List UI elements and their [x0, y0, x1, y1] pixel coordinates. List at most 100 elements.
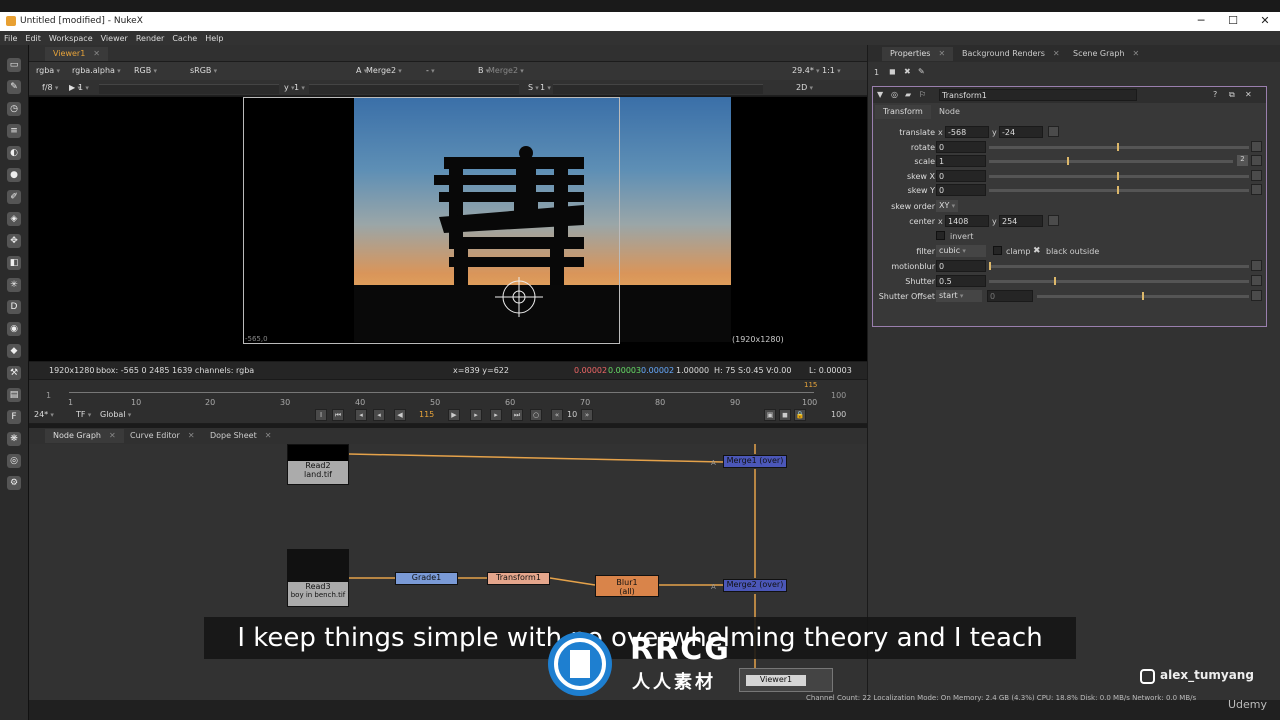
subtab-node[interactable]: Node [931, 105, 968, 119]
shutter-offset-slider[interactable] [1037, 292, 1249, 300]
play-forward-icon[interactable]: ▶ [448, 409, 460, 421]
menu-edit[interactable]: Edit [21, 31, 45, 43]
motionblur-slider[interactable] [989, 262, 1249, 270]
color-tool-icon[interactable]: ◐ [7, 146, 21, 160]
close-icon[interactable]: ✕ [93, 49, 100, 58]
current-frame-marker[interactable]: 115 [804, 381, 817, 389]
global-dropdown[interactable]: Global [97, 409, 134, 421]
prev-frame-icon[interactable]: ◂ [373, 409, 385, 421]
rotate-slider[interactable] [989, 143, 1249, 151]
toolsets-tool-icon[interactable]: ⚒ [7, 366, 21, 380]
image-tool-icon[interactable]: ▭ [7, 58, 21, 72]
scale-slider[interactable] [989, 157, 1233, 165]
clamp-checkbox[interactable] [993, 246, 1002, 255]
step-forward-icon[interactable]: » [581, 409, 593, 421]
motionblur-field[interactable]: 0 [936, 260, 986, 272]
deep-tool-icon[interactable]: D [7, 300, 21, 314]
help-icon[interactable]: ⚐ [919, 90, 926, 99]
menu-render[interactable]: Render [132, 31, 168, 43]
lut-dropdown[interactable]: sRGB [187, 65, 220, 77]
flipbook-icon[interactable]: ▣ [764, 409, 776, 421]
saturation-field[interactable]: 1 [537, 82, 554, 94]
first-frame-icon[interactable]: ⏮ [332, 409, 344, 421]
input-a-dropdown[interactable]: Merge2 [363, 65, 405, 77]
maximize-panel-icon[interactable]: ⧉ [1229, 90, 1235, 100]
other-tool-icon[interactable]: ▤ [7, 388, 21, 402]
transform-tool-icon[interactable]: ✥ [7, 234, 21, 248]
filter-dropdown[interactable]: cubic [936, 245, 986, 257]
close-icon[interactable]: ✕ [938, 49, 945, 58]
menu-cache[interactable]: Cache [168, 31, 201, 43]
minimize-button[interactable]: ─ [1186, 14, 1216, 27]
scale-animation-icon[interactable] [1251, 155, 1262, 166]
translate-x-field[interactable]: -568 [945, 126, 989, 138]
blur1-node[interactable]: Blur1 (all) [595, 575, 659, 597]
tab-viewer1[interactable]: Viewer1 ✕ [45, 47, 108, 61]
3d-tool-icon[interactable]: ◧ [7, 256, 21, 270]
read3-node[interactable]: Read3 boy in bench.tif [287, 549, 349, 607]
tab-properties[interactable]: Properties ✕ [882, 47, 954, 61]
maximize-button[interactable]: ☐ [1218, 14, 1248, 27]
shutter-slider[interactable] [989, 277, 1249, 285]
viewer1-node-frame[interactable]: Viewer1 [739, 668, 833, 692]
node-name-field[interactable]: Transform1 [939, 89, 1137, 101]
alpha-dropdown[interactable]: rgba.alpha [69, 65, 124, 77]
furnace-tool-icon[interactable]: F [7, 410, 21, 424]
timeline[interactable]: 1 1 10 20 30 40 50 60 70 80 90 100 115 1… [29, 380, 867, 407]
scale-field[interactable]: 1 [936, 155, 986, 167]
step-back-icon[interactable]: « [551, 409, 563, 421]
shutter-offset-animation-icon[interactable] [1251, 290, 1262, 301]
menu-viewer[interactable]: Viewer [97, 31, 132, 43]
cara-tool-icon[interactable]: ◎ [7, 454, 21, 468]
tab-curve-editor[interactable]: Curve Editor ✕ [122, 429, 203, 443]
prev-key-icon[interactable]: ◂ [355, 409, 367, 421]
float-panel-icon[interactable]: ? [1213, 90, 1217, 99]
fstop-value[interactable]: f/8 [39, 82, 61, 94]
channels-dropdown[interactable]: rgba [33, 65, 63, 77]
tab-node-graph[interactable]: Node Graph ✕ [45, 429, 124, 443]
metadata-tool-icon[interactable]: ◆ [7, 344, 21, 358]
tab-dope-sheet[interactable]: Dope Sheet ✕ [202, 429, 279, 443]
gain-slider[interactable] [99, 84, 279, 94]
close-icon[interactable]: ✕ [109, 431, 116, 440]
skew-x-slider[interactable] [989, 172, 1249, 180]
clear-panel-icon[interactable]: ✖ [904, 67, 911, 76]
close-panel-icon[interactable]: ✕ [1245, 90, 1252, 99]
step-field[interactable]: 10 [567, 410, 577, 419]
settings-tool-icon[interactable]: ⚙ [7, 476, 21, 490]
fps-dropdown[interactable]: 24* [31, 409, 57, 421]
lock-icon[interactable]: 🔒 [794, 409, 806, 421]
next-frame-icon[interactable]: ▸ [470, 409, 482, 421]
menu-help[interactable]: Help [201, 31, 227, 43]
presets-icon[interactable]: ▰ [905, 90, 911, 99]
menu-workspace[interactable]: Workspace [45, 31, 97, 43]
pause-icon[interactable]: Ⅰ [315, 409, 327, 421]
display-dropdown[interactable]: RGB [131, 65, 160, 77]
frame-field[interactable]: 1 [75, 82, 92, 94]
input-mid-dropdown[interactable]: - [423, 65, 438, 77]
views-tool-icon[interactable]: ◉ [7, 322, 21, 336]
close-button[interactable]: ✕ [1250, 14, 1280, 27]
particles-tool-icon[interactable]: ✳ [7, 278, 21, 292]
transform1-node[interactable]: Transform1 [487, 572, 550, 585]
play-backward-icon[interactable]: ◀ [394, 409, 406, 421]
center-animation-icon[interactable] [1048, 215, 1059, 226]
channel-tool-icon[interactable]: ≡ [7, 124, 21, 138]
time-tool-icon[interactable]: ◷ [7, 102, 21, 116]
subtab-transform[interactable]: Transform [875, 105, 931, 119]
shutter-offset-field[interactable]: 0 [987, 290, 1033, 302]
shutter-field[interactable]: 0.5 [936, 275, 986, 287]
close-icon[interactable]: ✕ [188, 431, 195, 440]
read2-node[interactable]: Read2 land.tif [287, 444, 349, 485]
skew-order-dropdown[interactable]: XY [936, 200, 959, 212]
merge-tool-icon[interactable]: ◈ [7, 212, 21, 226]
grade1-node[interactable]: Grade1 [395, 572, 458, 585]
ratio-dropdown[interactable]: 1:1 [819, 65, 844, 77]
center-y-field[interactable]: 254 [999, 215, 1043, 227]
shutter-offset-dropdown[interactable]: start [936, 290, 982, 302]
tab-background-renders[interactable]: Background Renders ✕ [954, 47, 1068, 61]
current-frame-field[interactable]: 115 [419, 410, 434, 419]
skew-x-field[interactable]: 0 [936, 170, 986, 182]
close-icon[interactable]: ✕ [1132, 49, 1139, 58]
tab-scene-graph[interactable]: Scene Graph ✕ [1065, 47, 1147, 61]
